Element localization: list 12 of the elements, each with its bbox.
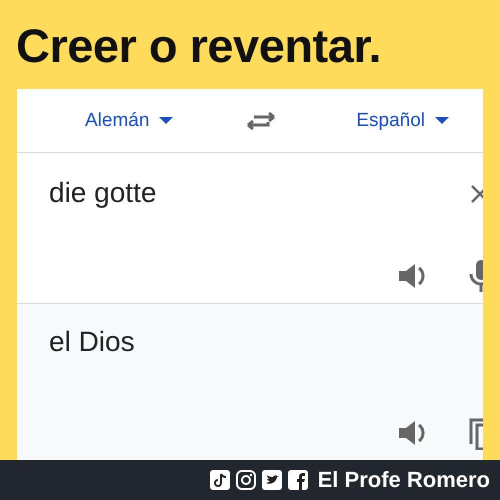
camera-icon[interactable] (236, 470, 256, 490)
caret-icon (159, 116, 174, 124)
source-language-button[interactable]: Alemán (81, 106, 178, 136)
f-letter-icon[interactable] (288, 470, 308, 490)
source-text-field[interactable]: die gotte (49, 177, 389, 209)
translation-text: el Dios (49, 326, 136, 358)
caret-icon (435, 116, 449, 124)
note-icon[interactable] (210, 470, 230, 490)
brand-name: El Profe Romero (318, 467, 490, 493)
headline: Creer o reventar. (15, 18, 382, 74)
bird-icon[interactable] (262, 470, 282, 490)
target-language-button[interactable]: Español (352, 106, 453, 136)
